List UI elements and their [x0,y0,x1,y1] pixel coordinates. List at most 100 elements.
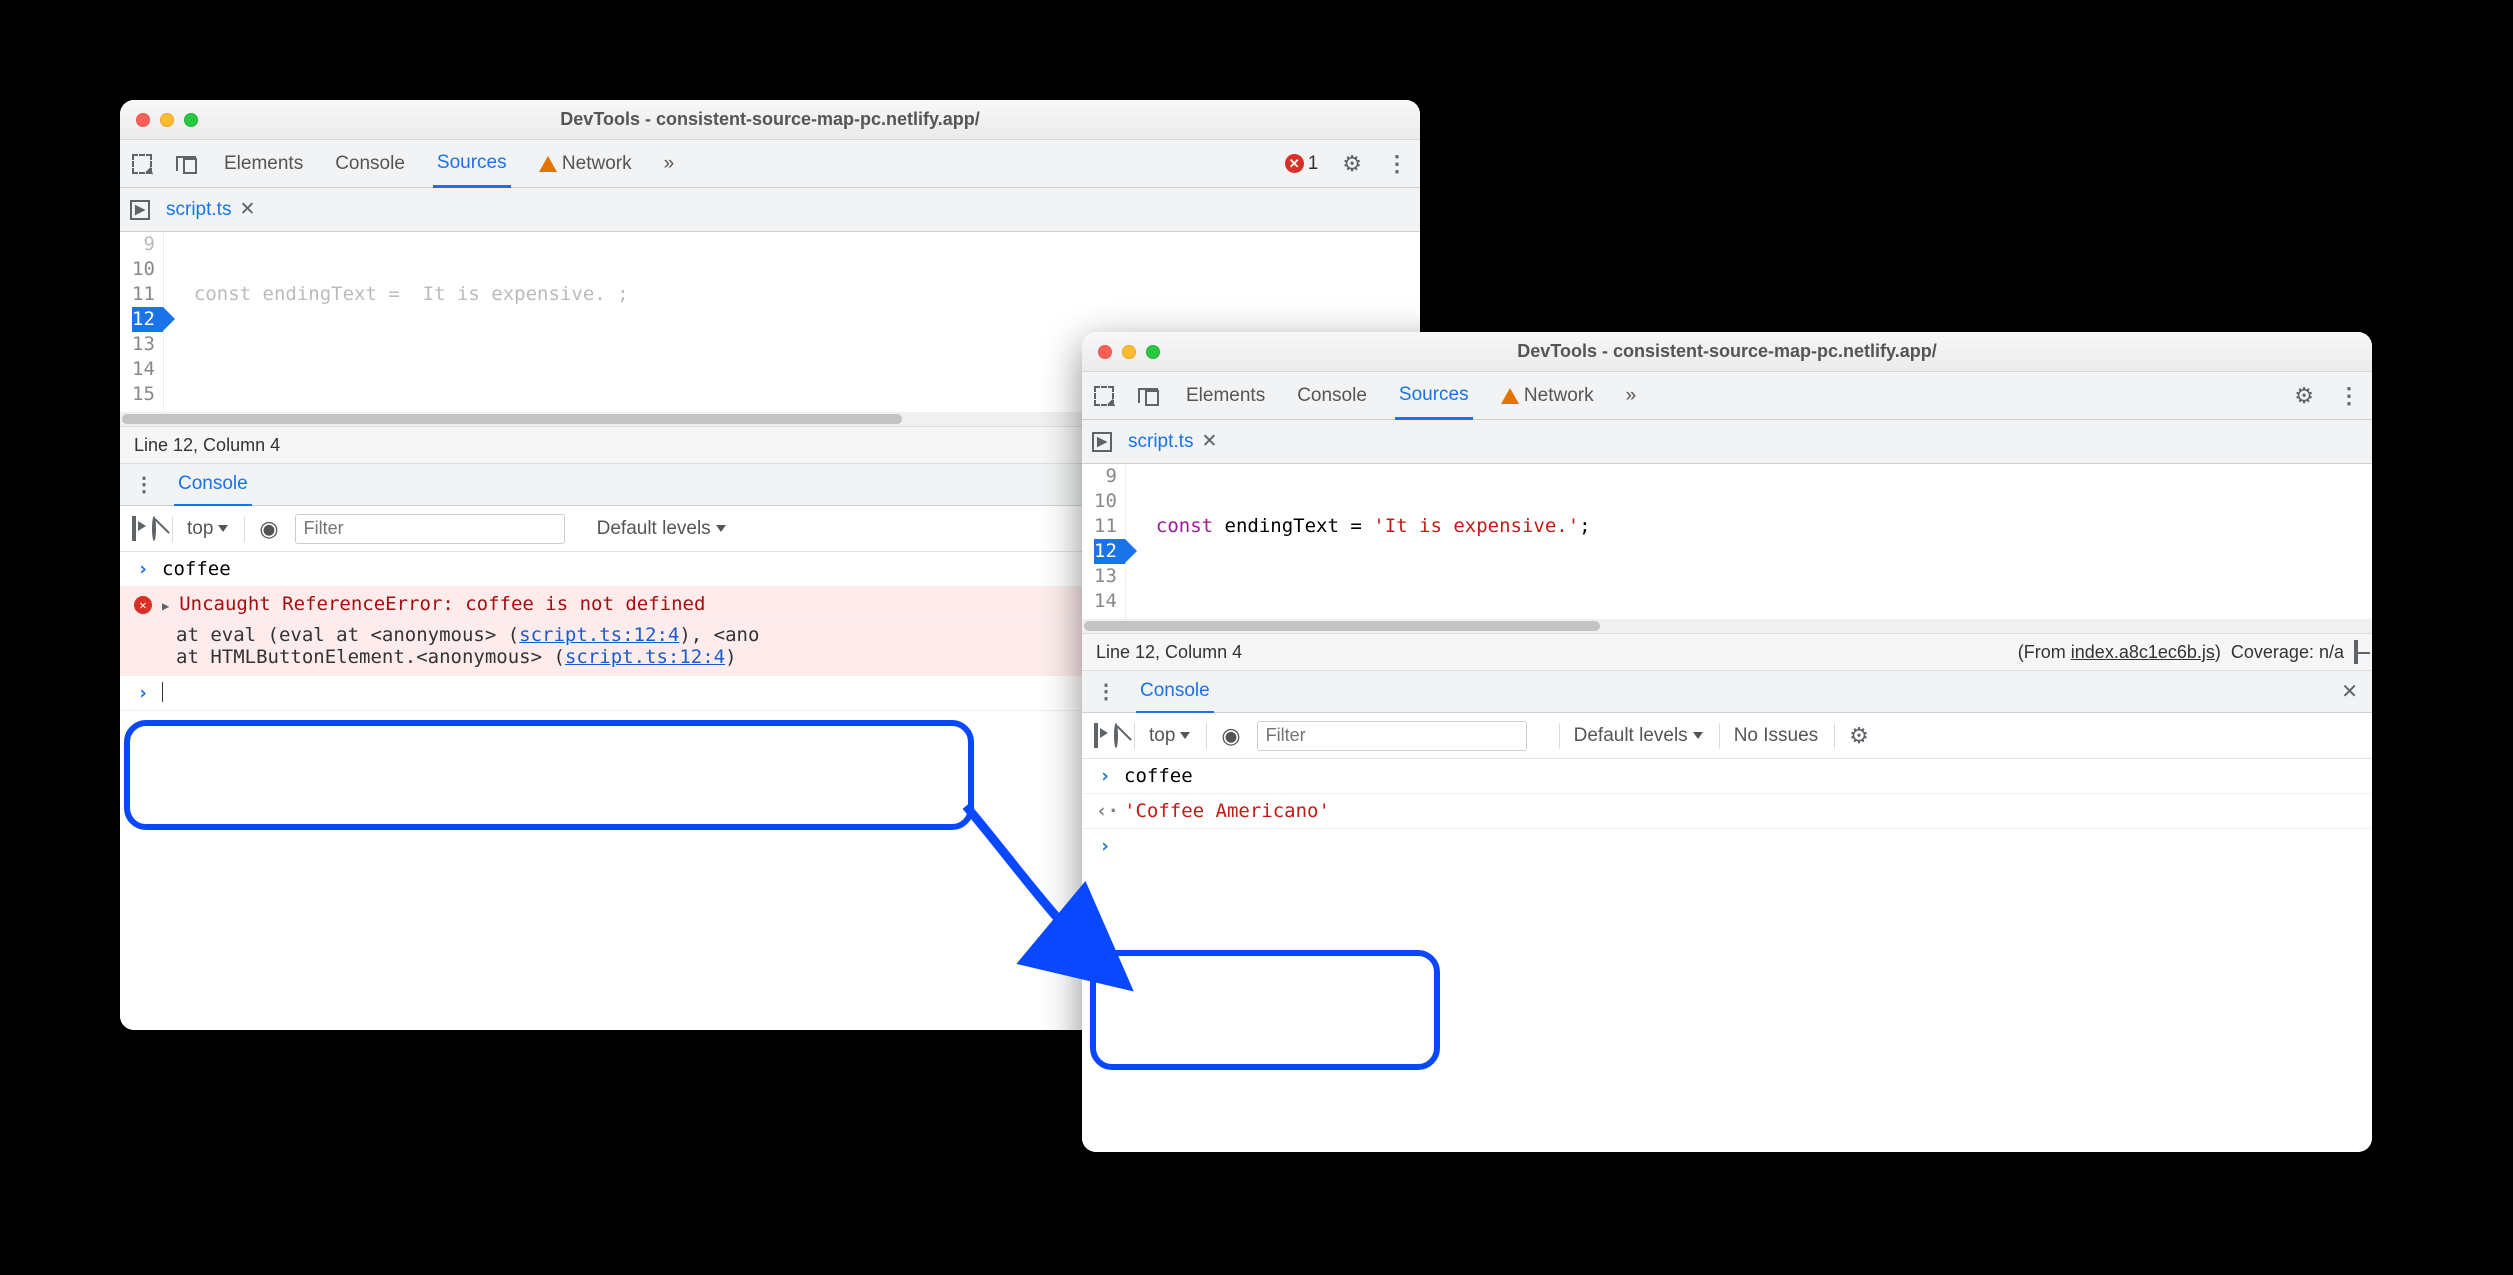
context-selector[interactable]: top [172,516,228,542]
traffic-lights [136,113,198,127]
close-tab-icon[interactable]: ✕ [1201,430,1217,453]
console-output-row: ‹· 'Coffee Americano' [1082,794,2372,829]
titlebar: DevTools - consistent-source-map-pc.netl… [120,100,1420,140]
sidebar-toggle-icon[interactable] [132,518,136,540]
drawer-menu-icon[interactable]: ⋮ [1096,679,1116,704]
device-toolbar-icon[interactable] [1138,388,1158,403]
error-count-badge[interactable]: ✕1 [1285,153,1319,175]
prompt-icon: › [134,558,152,580]
cursor-position: Line 12, Column 4 [1096,642,1242,663]
tab-console[interactable]: Console [331,140,409,187]
main-toolbar: Elements Console Sources Network » ✕1 ⚙ … [120,140,1420,188]
titlebar: DevTools - consistent-source-map-pc.netl… [1082,332,2372,372]
drawer-header: ⋮ Console ✕ [1082,671,2372,713]
console-output[interactable]: › coffee ‹· 'Coffee Americano' › [1082,759,2372,1152]
prompt-icon: › [134,682,152,704]
error-icon: ✕ [134,596,152,614]
console-input-text: coffee [1124,765,2358,787]
clear-console-icon[interactable] [152,518,156,540]
tab-console[interactable]: Console [1293,372,1371,419]
window-title: DevTools - consistent-source-map-pc.netl… [1517,341,1936,362]
stack-link[interactable]: script.ts:12:4 [519,624,679,646]
close-window-button[interactable] [136,113,150,127]
issues-button[interactable]: No Issues [1719,723,1818,749]
close-tab-icon[interactable]: ✕ [239,198,255,221]
error-icon: ✕ [1285,154,1304,173]
tab-elements[interactable]: Elements [1182,372,1269,419]
minimize-window-button[interactable] [160,113,174,127]
file-tab-script-ts[interactable]: script.ts ✕ [1128,430,1217,453]
file-tab-label: script.ts [166,199,231,221]
tab-network[interactable]: Network [535,140,636,187]
tab-network[interactable]: Network [1497,372,1598,419]
prompt-icon: › [1096,765,1114,787]
traffic-lights [1098,345,1160,359]
zoom-window-button[interactable] [1146,345,1160,359]
console-settings-icon[interactable]: ⚙ [1834,723,1869,749]
code-editor[interactable]: 9 10 11 12 13 14 const endingText = 'It … [1082,464,2372,619]
output-icon: ‹· [1096,800,1114,822]
navigator-toggle-icon[interactable]: ▸ [130,200,150,220]
chevron-down-icon [1180,732,1190,739]
live-expression-icon[interactable]: ◉ [1206,723,1240,749]
console-input-row: › coffee [1082,759,2372,794]
line-gutter: 9 10 11 12 13 14 [1082,464,1126,619]
file-tab-script-ts[interactable]: script.ts ✕ [166,198,255,221]
window-title: DevTools - consistent-source-map-pc.netl… [560,109,979,130]
minimize-window-button[interactable] [1122,345,1136,359]
main-toolbar: Elements Console Sources Network » ⚙ ⋮ [1082,372,2372,420]
prompt-icon: › [1096,835,1114,857]
line-gutter: 9 10 11 12 13 14 15 [120,232,164,412]
device-toolbar-icon[interactable] [176,156,196,171]
warning-icon [1501,388,1519,404]
tabs-overflow-button[interactable]: » [1622,372,1641,419]
settings-gear-icon[interactable]: ⚙ [2294,383,2314,409]
chevron-down-icon [1693,732,1703,739]
horizontal-scrollbar[interactable] [1082,619,2372,633]
stack-link[interactable]: script.ts:12:4 [565,646,725,668]
file-tab-label: script.ts [1128,431,1193,453]
clear-console-icon[interactable] [1114,725,1118,747]
console-filter-input[interactable] [1257,721,1527,751]
cursor-position: Line 12, Column 4 [134,435,280,456]
devtools-window-2: DevTools - consistent-source-map-pc.netl… [1082,332,2372,1152]
inspect-icon[interactable] [1094,386,1114,406]
close-window-button[interactable] [1098,345,1112,359]
tab-sources[interactable]: Sources [1395,373,1473,420]
file-tab-strip: ▸ script.ts ✕ [1082,420,2372,464]
drawer-tab-console[interactable]: Console [1136,672,1214,713]
sidebar-toggle-icon[interactable] [1094,725,1098,747]
tab-sources[interactable]: Sources [433,141,511,188]
tab-elements[interactable]: Elements [220,140,307,187]
breakpoint-marker[interactable]: 12 [132,307,163,332]
console-filter-input[interactable] [295,514,565,544]
sourcemap-link[interactable]: index.a8c1ec6b.js [2071,642,2215,662]
zoom-window-button[interactable] [184,113,198,127]
close-drawer-icon[interactable]: ✕ [2341,679,2358,704]
tabs-overflow-button[interactable]: » [660,140,679,187]
coverage-icon[interactable] [2354,642,2358,663]
live-expression-icon[interactable]: ◉ [244,516,278,542]
settings-gear-icon[interactable]: ⚙ [1342,151,1362,177]
sourcemap-source: (From index.a8c1ec6b.js) [2018,642,2221,663]
file-tab-strip: ▸ script.ts ✕ [120,188,1420,232]
log-levels-selector[interactable]: Default levels [597,518,726,540]
more-menu-icon[interactable]: ⋮ [1386,151,1408,177]
code-lines: const endingText = 'It is expensive.'; c… [1126,464,2372,619]
editor-status-bar: Line 12, Column 4 (From index.a8c1ec6b.j… [1082,633,2372,671]
chevron-down-icon [716,525,726,532]
drawer-menu-icon[interactable]: ⋮ [134,472,154,497]
console-prompt-row[interactable]: › [1082,829,2372,863]
console-output-text: 'Coffee Americano' [1124,800,2358,822]
expand-icon[interactable]: ▶ [162,599,169,613]
log-levels-selector[interactable]: Default levels [1559,723,1703,749]
navigator-toggle-icon[interactable]: ▸ [1092,432,1112,452]
inspect-icon[interactable] [132,154,152,174]
breakpoint-marker[interactable]: 12 [1094,539,1125,564]
context-selector[interactable]: top [1134,723,1190,749]
more-menu-icon[interactable]: ⋮ [2338,383,2360,409]
drawer-tab-console[interactable]: Console [174,465,252,506]
warning-icon [539,156,557,172]
console-toolbar: top ◉ Default levels No Issues ⚙ [1082,713,2372,759]
coverage-status: Coverage: n/a [2231,642,2344,663]
